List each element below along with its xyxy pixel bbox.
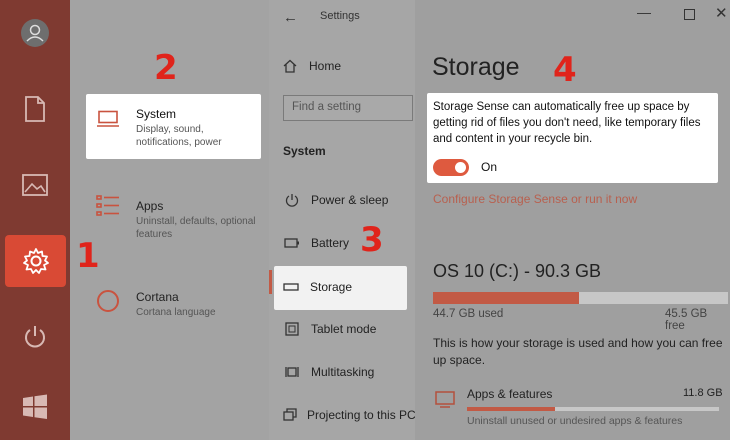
start-sidebar — [0, 0, 70, 440]
apps-usage-fill — [467, 407, 556, 411]
cortana-category-title: Cortana — [136, 290, 179, 304]
step-2-badge: 2 — [154, 48, 178, 88]
step-3-badge: 3 — [360, 220, 384, 260]
nav-item-battery[interactable]: Battery — [283, 236, 419, 250]
user-icon[interactable] — [10, 8, 60, 58]
apps-usage-bar — [467, 407, 719, 411]
minimize-icon[interactable]: — — [637, 4, 651, 20]
multitasking-icon — [283, 365, 301, 379]
apps-category-desc: Uninstall, defaults, optional features — [136, 216, 256, 240]
maximize-icon[interactable] — [684, 9, 695, 20]
nav-section-title: System — [283, 144, 326, 158]
drive-usage-fill — [433, 292, 580, 304]
settings-gear-icon[interactable] — [5, 235, 66, 287]
storage-sense-toggle[interactable] — [433, 159, 469, 176]
power-sleep-icon — [283, 193, 301, 207]
storage-drive-icon — [282, 283, 300, 291]
cortana-category-desc: Cortana language — [136, 307, 216, 318]
selected-indicator — [269, 270, 272, 294]
pictures-icon[interactable] — [10, 160, 60, 210]
apps-features-size: 11.8 GB — [683, 387, 723, 399]
window-title: Settings — [320, 10, 360, 22]
cortana-category[interactable]: Cortana Cortana language — [136, 290, 264, 319]
nav-item-label: Storage — [310, 280, 353, 294]
nav-item-projecting[interactable]: Projecting to this PC — [283, 408, 416, 422]
usage-description: This is how your storage is used and how… — [433, 336, 723, 367]
apps-icon — [96, 194, 120, 223]
search-settings-input[interactable]: Find a setting — [283, 95, 413, 121]
page-title: Storage — [432, 53, 520, 81]
projecting-icon — [283, 408, 297, 422]
tablet-mode-icon — [283, 322, 301, 336]
nav-item-label: Battery — [311, 236, 350, 250]
nav-item-storage[interactable]: Storage — [282, 280, 418, 294]
nav-item-power-sleep[interactable]: Power & sleep — [283, 193, 419, 207]
storage-nav-card[interactable]: Storage — [274, 266, 407, 310]
system-category-title: System — [136, 107, 177, 121]
apps-features-row[interactable]: Apps & features 11.8 GB Uninstall unused… — [433, 383, 728, 440]
nav-item-multitasking[interactable]: Multitasking — [283, 365, 419, 379]
step-4-badge: 4 — [553, 50, 577, 90]
system-category-desc: Display, sound, notifications, power — [136, 124, 222, 148]
home-icon — [283, 59, 297, 73]
apps-features-label: Apps & features — [467, 387, 553, 401]
cortana-icon — [96, 289, 120, 318]
drive-usage-bar — [433, 292, 728, 304]
document-icon[interactable] — [10, 84, 60, 134]
drive-title: OS 10 (C:) - 90.3 GB — [433, 261, 602, 281]
storage-sense-description: Storage Sense can automatically free up … — [433, 101, 701, 145]
system-category-card[interactable]: System Display, sound, notifications, po… — [86, 94, 261, 159]
laptop-icon — [96, 110, 120, 133]
nav-item-label: Multitasking — [311, 365, 375, 379]
apps-category[interactable]: Apps Uninstall, defaults, optional featu… — [136, 199, 264, 241]
nav-item-label: Tablet mode — [311, 322, 377, 336]
free-space: 45.5 GB free — [665, 308, 708, 332]
nav-item-label: Projecting to this PC — [307, 408, 416, 422]
apps-category-title: Apps — [136, 199, 164, 213]
apps-features-desc: Uninstall unused or undesired apps & fea… — [467, 415, 683, 427]
power-icon[interactable] — [10, 312, 60, 362]
nav-home-label: Home — [309, 59, 342, 73]
apps-features-icon — [435, 391, 455, 414]
step-1-badge: 1 — [76, 236, 100, 276]
nav-item-tablet-mode[interactable]: Tablet mode — [283, 322, 419, 336]
storage-sense-card: Storage Sense can automatically free up … — [427, 93, 718, 183]
back-arrow-icon[interactable]: ← — [283, 9, 298, 26]
nav-home[interactable]: Home — [283, 59, 341, 73]
close-icon[interactable]: ✕ — [715, 4, 728, 22]
battery-icon — [283, 238, 301, 248]
nav-item-label: Power & sleep — [311, 193, 389, 207]
configure-storage-sense-link[interactable]: Configure Storage Sense or run it now — [433, 192, 637, 206]
toggle-state-label: On — [481, 160, 498, 174]
used-space: 44.7 GB used — [433, 308, 504, 320]
search-placeholder: Find a setting — [292, 101, 362, 113]
windows-icon[interactable] — [10, 382, 60, 432]
